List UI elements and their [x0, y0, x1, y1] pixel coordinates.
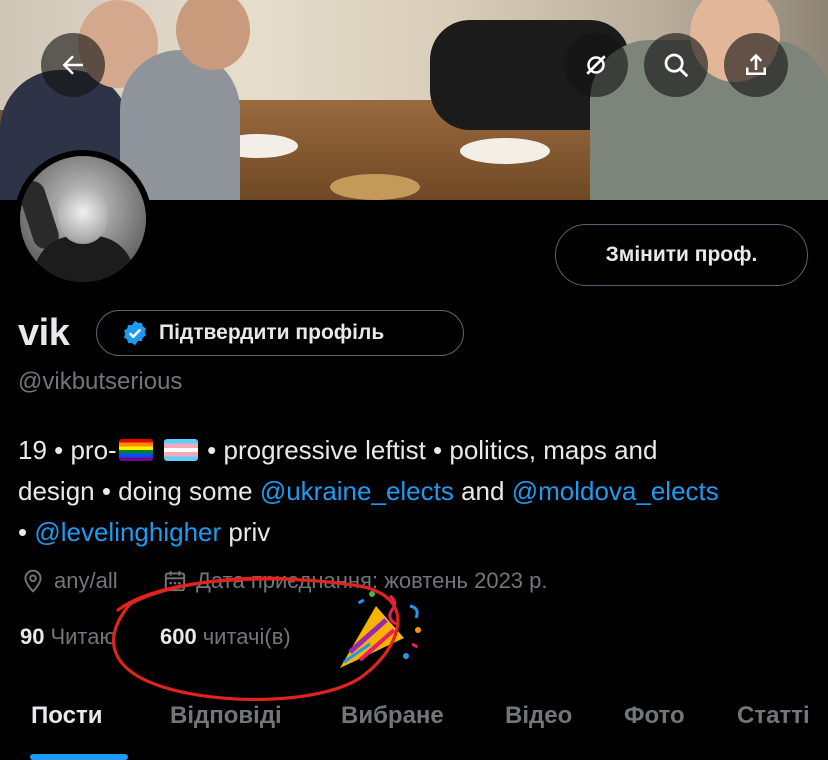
followers-count: 600: [160, 624, 197, 649]
bio-text: • progressive leftist • politics, maps a…: [199, 435, 658, 465]
tab-replies[interactable]: Відповіді: [170, 702, 282, 730]
rainbow-flag-icon: [118, 439, 153, 461]
bio-text: priv: [221, 517, 271, 547]
verified-badge-icon: [124, 320, 146, 346]
grok-button[interactable]: [564, 33, 628, 97]
edit-profile-button[interactable]: Змінити проф.: [555, 224, 808, 286]
followers-label: читачі(в): [202, 624, 291, 649]
calendar-icon: [164, 571, 186, 592]
grok-icon: [586, 55, 606, 75]
avatar-photo: [20, 156, 146, 282]
mention-link[interactable]: @ukraine_elects: [260, 476, 454, 506]
bio-text: design • doing some: [18, 476, 260, 506]
search-button[interactable]: [644, 33, 708, 97]
following-stat[interactable]: 90 Читаю: [20, 624, 116, 650]
share-button[interactable]: [724, 33, 788, 97]
banner-bread-basket: [330, 174, 420, 200]
following-label: Читаю: [50, 624, 117, 649]
location-text: any/all: [54, 568, 118, 593]
active-tab-indicator: [30, 754, 128, 760]
search-icon: [664, 53, 689, 78]
banner-plate: [460, 138, 550, 164]
bio-text: and: [453, 476, 512, 506]
back-button[interactable]: [41, 33, 105, 97]
followers-stat[interactable]: 600 читачі(в): [160, 624, 291, 650]
tab-articles[interactable]: Статті: [737, 702, 810, 730]
profile-tabs: Пости Відповіді Вибране Відео Фото Статт…: [0, 690, 828, 760]
arrow-left-icon: [62, 55, 83, 75]
tab-videos[interactable]: Відео: [505, 702, 572, 730]
location-pin-icon: [24, 569, 42, 593]
party-popper-icon: [340, 591, 421, 668]
display-name: vik: [18, 312, 70, 354]
profile-bio: 19 • pro- • progressive leftist • politi…: [18, 430, 818, 553]
profile-avatar[interactable]: [14, 150, 152, 288]
location-info: any/all: [20, 568, 118, 594]
share-icon: [746, 53, 766, 75]
username-handle: @vikbutserious: [18, 368, 183, 395]
verify-profile-button[interactable]: Підтвердити профіль: [96, 310, 464, 356]
tab-highlights[interactable]: Вибране: [341, 702, 444, 730]
verify-profile-label: Підтвердити профіль: [159, 321, 385, 344]
mention-link[interactable]: @levelinghigher: [34, 517, 221, 547]
mention-link[interactable]: @moldova_elects: [512, 476, 719, 506]
tab-photos[interactable]: Фото: [624, 702, 685, 730]
bio-text: •: [18, 517, 35, 547]
following-count: 90: [20, 624, 45, 649]
transgender-flag-icon: [163, 439, 198, 461]
bio-text: 19 • pro-: [18, 435, 117, 465]
tab-posts[interactable]: Пости: [31, 702, 102, 730]
